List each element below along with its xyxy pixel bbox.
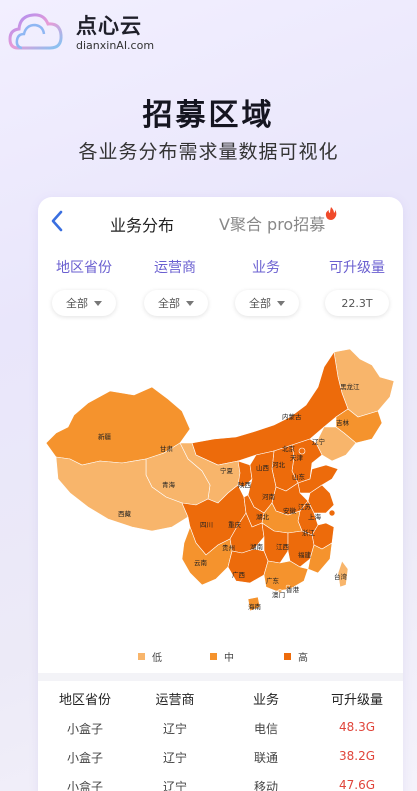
data-table: 地区省份 运营商 业务 可升级量 小盒子 辽宁 电信 48.3G 小盒子 辽宁 … — [38, 683, 403, 791]
tab-bar: 业务分布 V聚合 pro招募 — [38, 197, 403, 247]
tab-business-distribution[interactable]: 业务分布 — [110, 212, 174, 236]
map-label: 江西 — [276, 543, 290, 551]
cell-region: 小盒子 — [66, 780, 103, 791]
map-label: 福建 — [298, 550, 312, 559]
map-label: 广东 — [266, 576, 280, 585]
cell-carrier: 辽宁 — [162, 751, 187, 765]
cell-carrier: 辽宁 — [162, 722, 187, 736]
carrier-dropdown-value: 全部 — [158, 297, 180, 310]
cell-upgradable: 38.2G — [338, 749, 376, 763]
upgradable-field[interactable]: 22.3T — [325, 290, 389, 316]
brand-name: 点心云 — [76, 14, 142, 38]
cell-business: 联通 — [253, 751, 278, 765]
divider — [38, 673, 403, 681]
map-label: 黑龙江 — [340, 382, 360, 391]
legend-low-label: 低 — [152, 653, 162, 664]
table-row[interactable]: 小盒子 辽宁 移动 47.6G — [38, 771, 403, 791]
cell-business: 移动 — [253, 780, 278, 791]
carrier-dropdown[interactable]: 全部 — [144, 290, 208, 316]
filter-labels: 地区省份 运营商 业务 可升级量 — [38, 257, 403, 279]
page-subtitle: 各业务分布需求量数据可视化 — [78, 141, 339, 163]
cell-carrier: 辽宁 — [162, 780, 187, 791]
map-label: 山西 — [256, 463, 270, 472]
region-dropdown-value: 全部 — [66, 297, 88, 310]
map-label: 浙江 — [302, 528, 316, 537]
filter-values: 全部 全部 全部 22.3T — [38, 290, 403, 316]
map-label: 青海 — [162, 480, 176, 489]
logo: 点心云 dianxinAI.com — [8, 8, 154, 58]
map-label: 江苏 — [298, 502, 312, 511]
legend-high: 高 — [284, 649, 308, 664]
map-label: 新疆 — [98, 432, 112, 441]
cell-region: 小盒子 — [66, 751, 103, 765]
back-icon[interactable] — [46, 207, 70, 235]
map-label: 澳门 — [272, 590, 285, 599]
page-title: 招募区域 — [142, 98, 275, 133]
filter-label-business: 业务 — [252, 260, 280, 276]
brand-domain: dianxinAI.com — [76, 39, 155, 52]
filter-label-carrier: 运营商 — [154, 260, 196, 276]
map-label: 四川 — [200, 521, 213, 529]
map-label: 吉林 — [336, 418, 350, 427]
header-upgradable: 可升级量 — [330, 693, 383, 708]
map-label: 天津 — [290, 454, 304, 462]
map-label: 云南 — [194, 558, 208, 567]
cell-upgradable: 47.6G — [338, 778, 376, 791]
upgradable-value: 22.3T — [341, 296, 373, 310]
legend-mid-swatch — [210, 653, 217, 660]
map-label: 甘肃 — [160, 444, 174, 453]
fire-icon — [325, 207, 337, 220]
legend-mid-label: 中 — [224, 653, 234, 664]
map-label: 湖北 — [256, 512, 270, 521]
map-label: 内蒙古 — [282, 412, 302, 421]
map-label: 辽宁 — [312, 437, 326, 446]
map-label: 上海 — [308, 512, 322, 521]
business-dropdown[interactable]: 全部 — [235, 290, 299, 316]
map-label: 安徽 — [283, 506, 297, 515]
region-dropdown[interactable]: 全部 — [52, 290, 116, 316]
table-row[interactable]: 小盒子 辽宁 联通 38.2G — [38, 742, 403, 771]
map-label: 香港 — [286, 585, 300, 594]
chevron-down-icon — [186, 300, 194, 306]
map-label: 广西 — [232, 570, 246, 579]
table-header: 地区省份 运营商 业务 可升级量 — [38, 683, 403, 713]
map-label: 河北 — [272, 461, 286, 469]
map-label: 贵州 — [222, 543, 235, 552]
cell-upgradable: 48.3G — [338, 720, 376, 734]
cell-business: 电信 — [253, 722, 278, 736]
legend-high-label: 高 — [298, 653, 308, 664]
tab-v-pro-recruit[interactable]: V聚合 pro招募 — [219, 211, 325, 235]
map-label: 台湾 — [334, 572, 348, 581]
legend-low: 低 — [138, 649, 162, 664]
map-label: 海南 — [248, 602, 262, 611]
cloud-logo-icon — [8, 13, 63, 50]
map-label: 重庆 — [228, 520, 242, 529]
business-dropdown-value: 全部 — [249, 297, 271, 310]
legend-mid: 中 — [210, 649, 234, 664]
map-label: 西藏 — [118, 509, 132, 518]
filter-label-upgradable: 可升级量 — [329, 260, 385, 276]
filter-label-region: 地区省份 — [56, 260, 112, 276]
legend-high-swatch — [284, 653, 291, 660]
map-label: 宁夏 — [220, 466, 234, 475]
china-heat-map: 黑龙江 内蒙古 吉林 辽宁 北京 天津 新疆 甘肃 宁夏 山西 河北 山东 青海… — [45, 348, 395, 612]
chevron-down-icon — [277, 300, 285, 306]
header-carrier: 运营商 — [155, 693, 195, 708]
header-region: 地区省份 — [58, 693, 111, 708]
map-label: 北京 — [282, 444, 296, 453]
header-business: 业务 — [252, 693, 279, 708]
province-shanghai[interactable] — [328, 509, 336, 517]
map-label: 陕西 — [238, 480, 252, 489]
map-label: 湖南 — [250, 542, 264, 551]
table-row[interactable]: 小盒子 辽宁 电信 48.3G — [38, 713, 403, 742]
chevron-down-icon — [94, 300, 102, 306]
cell-region: 小盒子 — [66, 722, 103, 736]
map-label: 河南 — [262, 492, 276, 501]
legend-low-swatch — [138, 653, 145, 660]
map-label: 山东 — [292, 472, 306, 481]
distribution-card: 业务分布 V聚合 pro招募 地区省份 运营商 业务 可升级量 全部 全部 全部… — [38, 197, 403, 791]
map-legend: 低 中 高 — [38, 649, 403, 665]
